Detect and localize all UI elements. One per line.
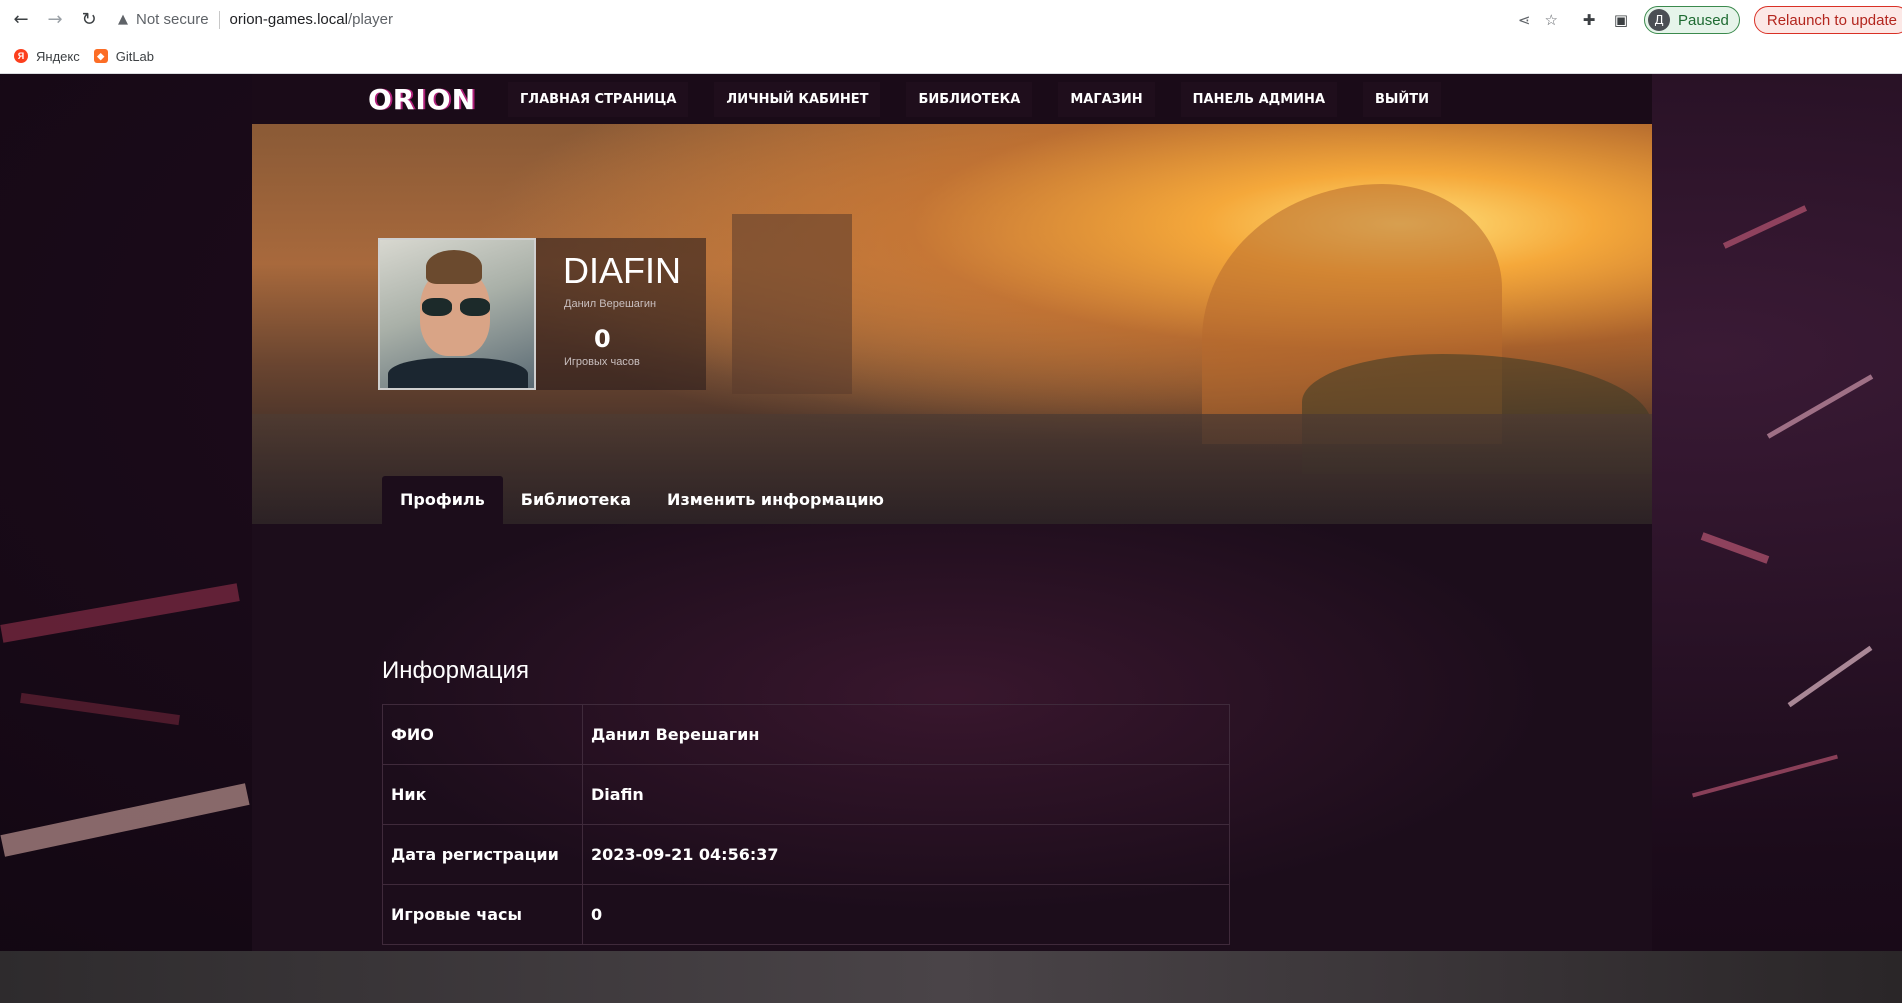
nav-store[interactable]: МАГАЗИН bbox=[1058, 81, 1155, 117]
nav-logout[interactable]: ВЫЙТИ bbox=[1363, 81, 1442, 117]
star-icon[interactable]: ☆ bbox=[1545, 11, 1558, 29]
bookmark-gitlab[interactable]: ◆ GitLab bbox=[93, 48, 155, 64]
share-icon[interactable]: ⋖ bbox=[1518, 11, 1531, 29]
table-row: Дата регистрации 2023-09-21 04:56:37 bbox=[382, 824, 1230, 885]
table-row: ФИО Данил Верешагин bbox=[382, 704, 1230, 765]
browser-actions: ✚ ▣ Д Paused Relaunch to update bbox=[1580, 6, 1902, 34]
bookmarks-bar: Я Яндекс ◆ GitLab bbox=[0, 39, 1902, 74]
profile-real-name: Данил Верешагин bbox=[564, 298, 657, 310]
avatar-hair bbox=[426, 250, 482, 284]
warning-icon[interactable]: ▲ bbox=[118, 12, 128, 27]
profile-tabs: Профиль Библиотека Изменить информацию bbox=[382, 476, 902, 524]
profile-content: Информация ФИО Данил Верешагин Ник Diafi… bbox=[252, 524, 1652, 951]
row-key: ФИО bbox=[382, 704, 583, 765]
table-row: Ник Diafin bbox=[382, 764, 1230, 825]
nav-admin-panel[interactable]: ПАНЕЛЬ АДМИНА bbox=[1180, 81, 1338, 117]
tab-profile[interactable]: Профиль bbox=[382, 476, 503, 524]
bookmark-label: Яндекс bbox=[36, 48, 80, 64]
background-shard bbox=[20, 692, 180, 726]
address-bar[interactable]: ▲ Not secure orion-games.local/player ⋖ … bbox=[108, 4, 1558, 35]
row-key: Ник bbox=[382, 764, 583, 825]
avatar-glasses bbox=[418, 298, 494, 318]
relaunch-label: Relaunch to update bbox=[1766, 11, 1897, 29]
row-key: Дата регистрации bbox=[382, 824, 583, 885]
nav-library[interactable]: БИБЛИОТЕКА bbox=[906, 81, 1033, 117]
row-key: Игровые часы bbox=[382, 884, 583, 945]
bookmark-label: GitLab bbox=[115, 48, 155, 64]
background-shard bbox=[1692, 754, 1838, 798]
omnibox-actions: ⋖ ☆ bbox=[1518, 4, 1558, 35]
background-shard bbox=[1787, 645, 1873, 708]
forward-icon[interactable]: → bbox=[42, 7, 68, 33]
row-value: Diafin bbox=[582, 764, 1230, 825]
row-value: 2023-09-21 04:56:37 bbox=[582, 824, 1230, 885]
profile-nickname: DIAFIN bbox=[563, 250, 682, 291]
tab-edit-info[interactable]: Изменить информацию bbox=[649, 476, 902, 524]
url-divider bbox=[218, 10, 220, 29]
main-menu: ГЛАВНАЯ СТРАНИЦА ЛИЧНЫЙ КАБИНЕТ БИБЛИОТЕ… bbox=[508, 74, 1467, 124]
nav-account[interactable]: ЛИЧНЫЙ КАБИНЕТ bbox=[714, 81, 881, 117]
avatar bbox=[378, 238, 536, 390]
info-table: ФИО Данил Верешагин Ник Diafin Дата реги… bbox=[382, 704, 1230, 945]
security-label[interactable]: Not secure bbox=[136, 11, 209, 28]
profile-avatar: Д bbox=[1648, 9, 1670, 31]
table-row: Игровые часы 0 bbox=[382, 884, 1230, 945]
relaunch-button[interactable]: Relaunch to update bbox=[1753, 6, 1902, 34]
back-icon[interactable]: ← bbox=[8, 7, 34, 33]
nav-home[interactable]: ГЛАВНАЯ СТРАНИЦА bbox=[508, 81, 689, 117]
browser-toolbar: ← → ↻ ▲ Not secure orion-games.local/pla… bbox=[0, 0, 1902, 39]
url-path[interactable]: /player bbox=[348, 11, 393, 28]
profile-hours-label: Игровых часов bbox=[564, 356, 640, 368]
reload-icon[interactable]: ↻ bbox=[76, 7, 102, 33]
side-panel-icon[interactable]: ▣ bbox=[1612, 11, 1630, 29]
row-value: 0 bbox=[582, 884, 1230, 945]
yandex-icon: Я bbox=[14, 49, 28, 63]
banner-tower bbox=[732, 214, 852, 394]
extensions-icon[interactable]: ✚ bbox=[1580, 11, 1598, 29]
gitlab-icon: ◆ bbox=[93, 49, 108, 63]
tab-library[interactable]: Библиотека bbox=[503, 476, 649, 524]
section-title: Информация bbox=[382, 657, 529, 684]
footer-strip bbox=[0, 951, 1902, 1003]
bookmark-yandex[interactable]: Я Яндекс bbox=[14, 49, 80, 64]
site-nav: ORION ГЛАВНАЯ СТРАНИЦА ЛИЧНЫЙ КАБИНЕТ БИ… bbox=[252, 74, 1652, 124]
background-shard bbox=[0, 783, 250, 857]
profile-status: Paused bbox=[1678, 11, 1729, 29]
background-shard bbox=[1766, 374, 1874, 439]
row-value: Данил Верешагин bbox=[582, 704, 1230, 765]
url-host[interactable]: orion-games.local bbox=[230, 11, 348, 28]
background-shard bbox=[1722, 205, 1808, 249]
profile-hours: 0 bbox=[594, 325, 611, 353]
avatar-shirt bbox=[388, 358, 528, 388]
site-logo[interactable]: ORION bbox=[368, 83, 476, 116]
background-shard bbox=[1700, 532, 1770, 564]
profile-button[interactable]: Д Paused bbox=[1644, 6, 1740, 34]
background-shard bbox=[0, 583, 240, 643]
